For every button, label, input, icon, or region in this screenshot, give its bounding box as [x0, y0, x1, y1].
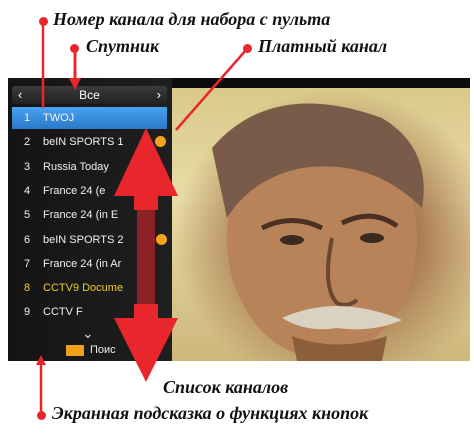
arrow-paid-channel [175, 49, 247, 131]
arrow-channel-list-up [114, 128, 178, 210]
annotation-arrows [36, 24, 247, 412]
arrow-channel-list-down [114, 304, 178, 382]
